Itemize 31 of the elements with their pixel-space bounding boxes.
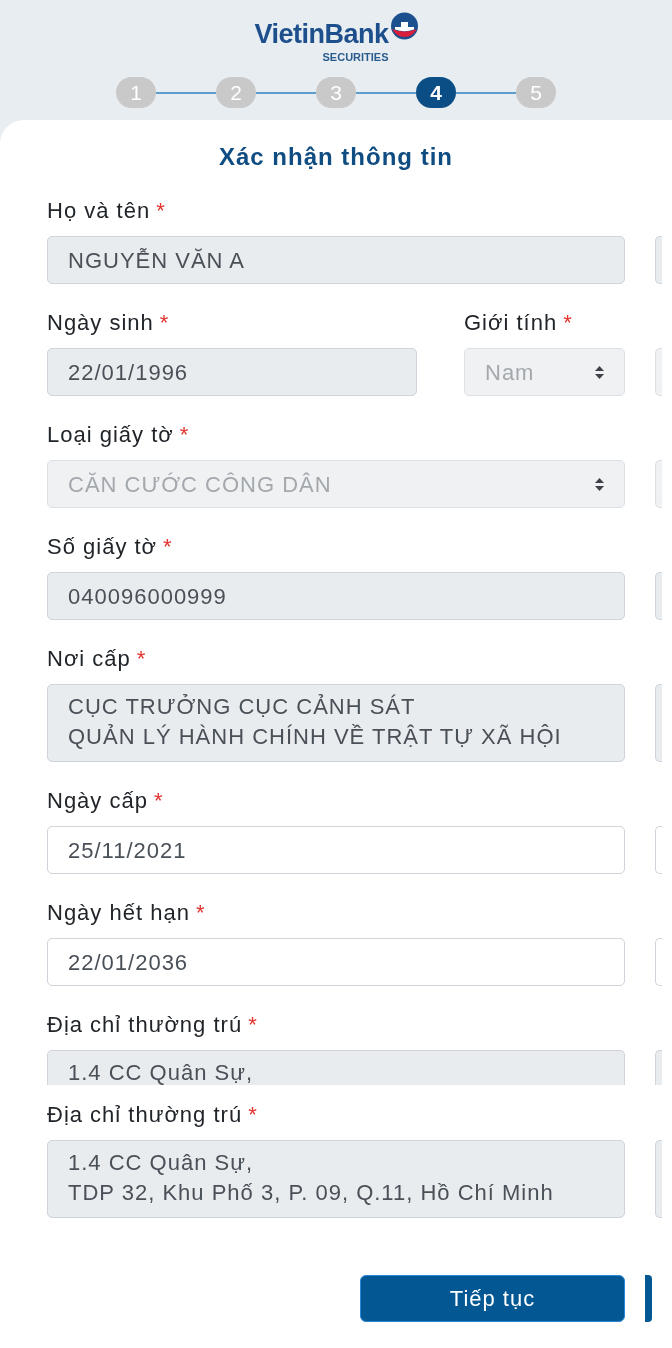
field-label: Họ và tên *	[47, 200, 167, 222]
field-label: Ngày hết hạn *	[47, 902, 207, 924]
field-edge	[655, 572, 662, 620]
field-edge	[655, 1050, 662, 1085]
button-edge	[645, 1275, 652, 1322]
step-connector	[456, 91, 516, 94]
field-label: Ngày sinh *	[47, 312, 171, 334]
field-edge	[655, 236, 662, 284]
input-field[interactable]: 25/11/2021	[47, 826, 625, 874]
field-edge	[655, 826, 662, 874]
step-connector	[156, 91, 216, 94]
field-edge	[655, 348, 662, 396]
logo-subtitle: SECURITIES	[322, 51, 389, 63]
field-label: Số giấy tờ *	[47, 536, 174, 558]
field-label: Địa chỉ thường trú *	[47, 1014, 259, 1036]
up-down-arrows-icon	[595, 477, 604, 491]
field-label: Loại giấy tờ *	[47, 424, 191, 446]
field-label: Địa chỉ thường trú *	[47, 1104, 259, 1126]
field-edge	[655, 938, 662, 986]
step-connector	[356, 91, 416, 94]
input-field[interactable]: 22/01/2036	[47, 938, 625, 986]
logo-emblem-icon	[390, 12, 418, 40]
form-title: Xác nhận thông tin	[219, 144, 453, 170]
step-connector	[256, 91, 316, 94]
continue-button[interactable]: Tiếp tục	[360, 1275, 625, 1322]
field-label: Nơi cấp *	[47, 648, 148, 670]
logo-wordmark: VietinBank	[254, 21, 389, 48]
field-label: Ngày cấp *	[47, 790, 165, 812]
up-down-arrows-icon	[595, 365, 604, 379]
field-edge	[655, 460, 662, 508]
field-label: Giới tính *	[464, 312, 574, 334]
